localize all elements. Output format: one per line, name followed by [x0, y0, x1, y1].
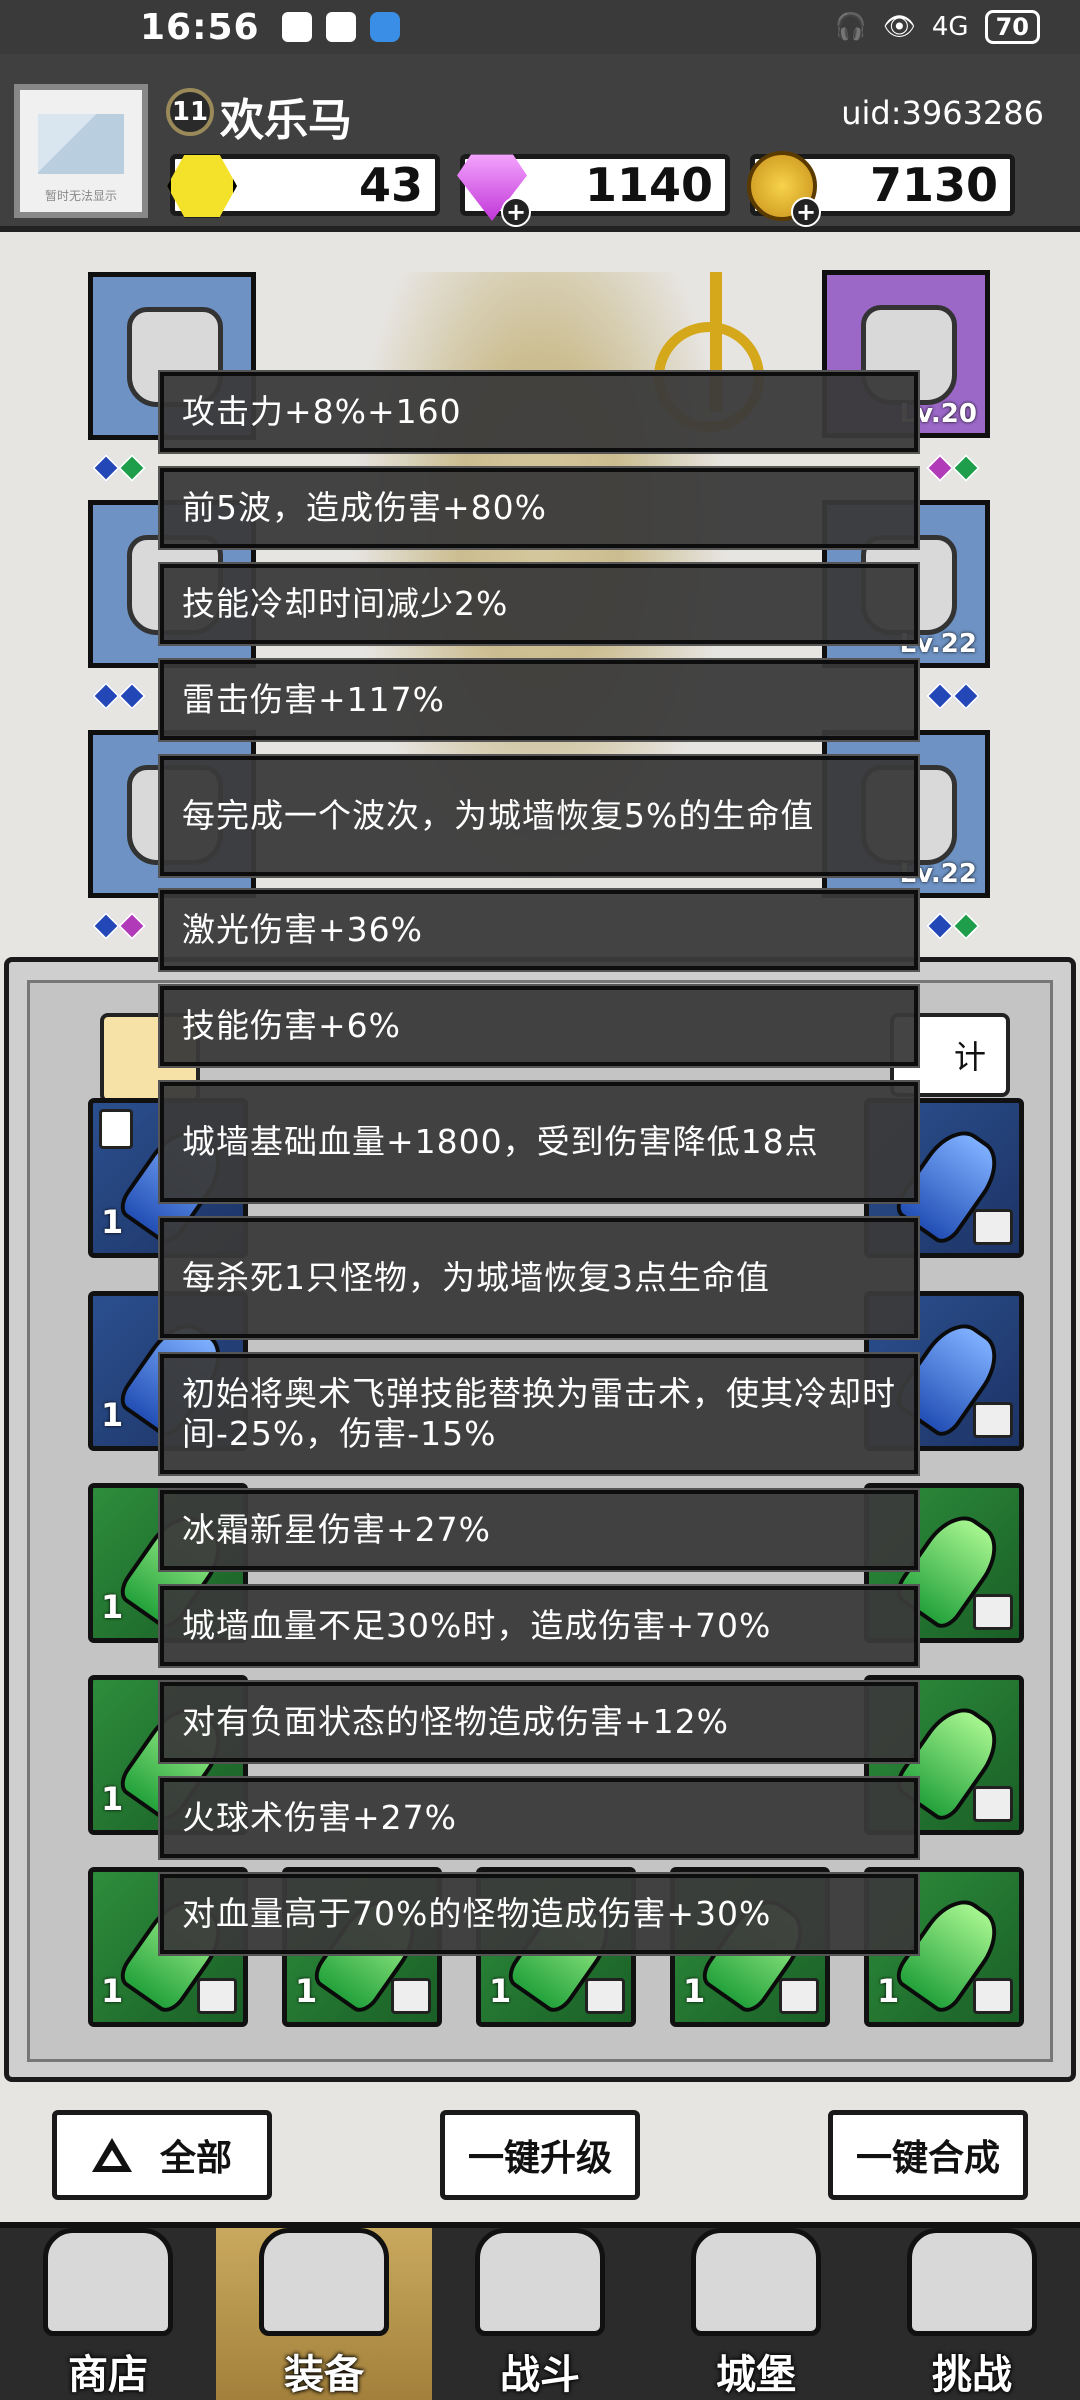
bottom-tab-bar: 商店 装备 战斗 城堡 挑战	[0, 2222, 1080, 2400]
boots-type-icon	[197, 1978, 237, 2014]
challenge-lock-icon	[907, 2228, 1037, 2336]
gem-icon	[951, 681, 981, 711]
player-uid: uid:3963286	[841, 94, 1044, 132]
hammer-type-icon	[779, 1978, 819, 2014]
boots-type-icon	[973, 1786, 1013, 1822]
hammer-type-icon	[973, 1978, 1013, 2014]
add-coin-icon[interactable]: +	[791, 197, 821, 227]
merge-all-button[interactable]: 一键合成	[828, 2110, 1028, 2200]
gem-icon	[117, 453, 147, 483]
tooltip-line: 技能伤害+6%	[160, 986, 918, 1066]
shield-icon	[325, 12, 356, 42]
ring-type-icon	[973, 1594, 1013, 1630]
currency-value: 7130	[869, 158, 998, 212]
gem-icon	[925, 681, 955, 711]
eye-icon: 👁	[882, 12, 916, 42]
player-name: 欢乐马	[220, 95, 352, 146]
tab-battle[interactable]: 战斗	[432, 2228, 648, 2400]
tooltip-line: 激光伤害+36%	[160, 890, 918, 970]
avatar-placeholder-text: 暂时无法显示	[44, 189, 117, 203]
status-time: 16:56	[140, 6, 260, 48]
castle-icon	[691, 2228, 821, 2336]
tooltip-line: 城墙血量不足30%时，造成伤害+70%	[160, 1586, 918, 1666]
gem-icon	[117, 681, 147, 711]
currency-coin[interactable]: + 7130	[747, 151, 1015, 227]
image-placeholder-icon	[38, 114, 124, 174]
currency-diamond[interactable]: + 1140	[457, 154, 730, 227]
player-header: 暂时无法显示 11 欢乐马 uid:3963286 43 + 1140 + 71…	[0, 54, 1080, 232]
gem-icon	[951, 453, 981, 483]
boots-type-icon	[391, 1978, 431, 2014]
filter-all-label: 全部	[159, 2138, 232, 2179]
tab-castle[interactable]: 城堡	[648, 2228, 864, 2400]
currency-hexagon: 43	[167, 154, 440, 218]
gem-icon	[117, 911, 147, 941]
tooltip-line: 初始将奥术飞弹技能替换为雷击术，使其冷却时间-25%，伤害-15%	[160, 1354, 918, 1474]
shop-icon	[43, 2228, 173, 2336]
boots-type-icon	[585, 1978, 625, 2014]
tooltip-line: 火球术伤害+27%	[160, 1778, 918, 1858]
tab-shop[interactable]: 商店	[0, 2228, 216, 2400]
gem-icon	[925, 911, 955, 941]
qq-icon	[281, 12, 312, 42]
helmet-type-icon	[973, 1209, 1013, 1245]
necklace-type-icon	[973, 1402, 1013, 1438]
triangle-icon	[91, 2138, 132, 2172]
tooltip-line: 雷击伤害+117%	[160, 660, 918, 740]
lock-icon[interactable]	[99, 1109, 133, 1149]
upgrade-all-button[interactable]: 一键升级	[440, 2110, 640, 2200]
currency-value: 1140	[584, 158, 713, 212]
tab-challenge[interactable]: 挑战	[864, 2228, 1080, 2400]
tooltip-line: 冰霜新星伤害+27%	[160, 1490, 918, 1570]
signal-label: 4G	[931, 12, 969, 42]
crossed-swords-icon	[475, 2228, 605, 2336]
tooltip-line: 城墙基础血量+1800，受到伤害降低18点	[160, 1082, 918, 1202]
gem-icon	[91, 681, 121, 711]
level-badge: 11	[166, 88, 214, 136]
gem-icon	[925, 453, 955, 483]
currency-value: 43	[358, 158, 423, 212]
gem-icon	[951, 911, 981, 941]
backpack-icon	[259, 2228, 389, 2336]
tooltip-line: 每完成一个波次，为城墙恢复5%的生命值	[160, 756, 918, 876]
security-icon	[369, 12, 400, 42]
status-bar: 16:56 🎧 👁 4G 70	[0, 0, 1080, 54]
filter-all-button[interactable]: 全部	[52, 2110, 272, 2200]
tooltip-line: 攻击力+8%+160	[160, 372, 918, 452]
tab-equipment[interactable]: 装备	[216, 2228, 432, 2400]
avatar[interactable]: 暂时无法显示	[14, 84, 148, 218]
tooltip-line: 每杀死1只怪物，为城墙恢复3点生命值	[160, 1218, 918, 1338]
add-diamond-icon[interactable]: +	[501, 197, 531, 227]
tooltip-line: 对血量高于70%的怪物造成伤害+30%	[160, 1874, 918, 1954]
headphone-icon: 🎧	[834, 12, 867, 42]
tooltip-line: 前5波，造成伤害+80%	[160, 468, 918, 548]
gem-icon	[91, 453, 121, 483]
battery-indicator: 70	[984, 10, 1040, 44]
yellow-hexagon-icon	[167, 154, 237, 218]
tooltip-line: 技能冷却时间减少2%	[160, 564, 918, 644]
tooltip-line: 对有负面状态的怪物造成伤害+12%	[160, 1682, 918, 1762]
gem-icon	[91, 911, 121, 941]
